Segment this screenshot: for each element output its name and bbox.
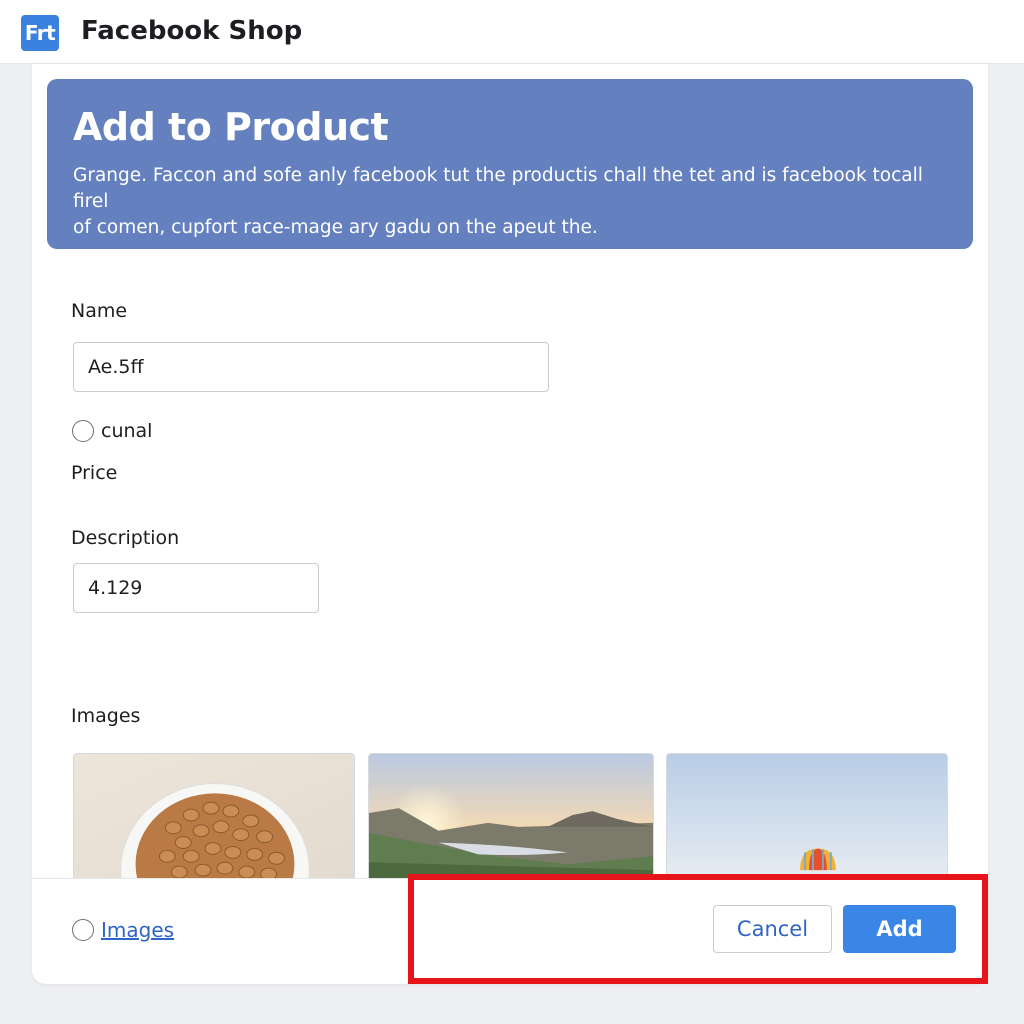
- description-label: Description: [71, 527, 180, 549]
- app-logo-icon[interactable]: Frt: [21, 15, 59, 51]
- radio-button[interactable]: [72, 420, 94, 442]
- dialog-description: Grange. Faccon and sofe anly facebook tu…: [73, 163, 943, 241]
- dialog-banner: Add to Product Grange. Faccon and sofe a…: [47, 79, 973, 249]
- description-input[interactable]: [73, 563, 319, 613]
- images-link[interactable]: Images: [101, 918, 174, 942]
- hot-air-balloon-image: [667, 754, 947, 878]
- app-header: Frt Facebook Shop: [0, 0, 1024, 64]
- image-thumbnail-1[interactable]: [73, 753, 355, 879]
- name-input[interactable]: [73, 342, 549, 392]
- price-label: Price: [71, 462, 118, 484]
- dialog-title: Add to Product: [73, 105, 389, 149]
- name-label: Name: [71, 300, 128, 322]
- images-radio-option[interactable]: Images: [72, 918, 174, 942]
- images-label: Images: [71, 705, 141, 727]
- highlight-box: [408, 874, 988, 984]
- radio-button[interactable]: [72, 919, 94, 941]
- radio-option-label: cunal: [101, 420, 153, 442]
- dialog-description-line-2: of comen, cupfort race-mage ary gadu on …: [73, 217, 598, 238]
- image-thumbnail-2[interactable]: [368, 753, 654, 879]
- image-thumbnail-3[interactable]: [666, 753, 948, 879]
- dialog-description-line-1: Grange. Faccon and sofe anly facebook tu…: [73, 165, 923, 212]
- bowl-of-nuts-image: [74, 754, 354, 878]
- radio-option-cunal[interactable]: cunal: [72, 420, 152, 442]
- sunset-landscape-image: [369, 754, 653, 878]
- add-product-dialog: Add to Product Grange. Faccon and sofe a…: [32, 64, 988, 984]
- app-title: Facebook Shop: [81, 16, 303, 46]
